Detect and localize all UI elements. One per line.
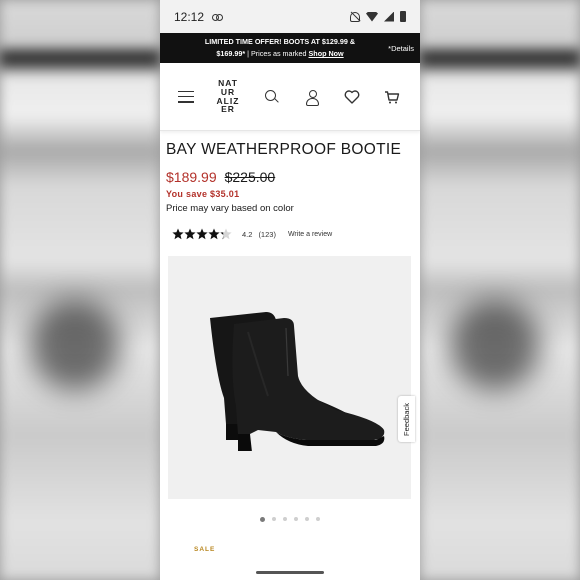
background-blur-left <box>0 0 160 580</box>
gallery-pagination <box>166 517 414 522</box>
gallery-dot[interactable] <box>272 517 276 521</box>
cart-icon[interactable] <box>384 89 400 105</box>
promo-details-link[interactable]: *Details <box>388 43 414 55</box>
gallery-dot[interactable] <box>294 517 298 521</box>
sale-badge: SALE <box>194 546 216 553</box>
savings-text: You save $35.01 <box>166 189 240 199</box>
status-time: 12:12 <box>174 9 205 24</box>
site-header: NAT UR ALIZ ER <box>160 63 420 131</box>
logo-line: ER <box>221 104 235 115</box>
gallery-dot[interactable] <box>305 517 309 521</box>
write-review-link[interactable]: Write a review <box>288 231 332 238</box>
status-bar: 12:12 <box>160 0 420 33</box>
star-icon <box>196 228 208 240</box>
wishlist-heart-icon[interactable] <box>344 89 360 105</box>
vibrate-off-icon <box>350 11 360 22</box>
sale-price: $189.99 <box>166 169 217 185</box>
promo-price: $169.99* <box>216 49 246 58</box>
shop-now-link[interactable]: Shop Now <box>309 49 344 58</box>
account-icon[interactable] <box>304 89 320 106</box>
gallery-dot[interactable] <box>260 517 265 522</box>
battery-icon <box>400 11 406 22</box>
boots-image <box>210 312 385 451</box>
promo-line-2: $169.99* | Prices as marked Shop Now <box>205 48 355 60</box>
promo-banner[interactable]: LIMITED TIME OFFER! BOOTS AT $129.99 & $… <box>160 33 420 63</box>
price-row: $189.99 $225.00 <box>166 169 414 185</box>
voicemail-icon <box>212 13 224 21</box>
star-partial-icon <box>220 228 232 240</box>
gallery-dot[interactable] <box>283 517 287 521</box>
wifi-icon <box>366 11 378 22</box>
rating-row: 4.2 (123) Write a review <box>166 228 414 240</box>
signal-icon <box>384 11 394 22</box>
star-icon <box>208 228 220 240</box>
star-rating[interactable] <box>172 228 232 240</box>
gallery-dot[interactable] <box>316 517 320 521</box>
background-blur-right <box>420 0 580 580</box>
product-image[interactable]: Feedback <box>168 256 415 499</box>
background-blob <box>450 300 540 390</box>
product-title: BAY WEATHERPROOF BOOTIE <box>166 141 402 158</box>
menu-icon[interactable] <box>178 90 194 103</box>
phone-screen: 12:12 LIMITED TIME OFFER! BOOTS AT $129.… <box>160 0 420 580</box>
search-icon[interactable] <box>264 89 280 105</box>
home-indicator[interactable] <box>256 571 324 574</box>
product-section: BAY WEATHERPROOF BOOTIE $189.99 $225.00 … <box>160 131 420 553</box>
star-icon <box>172 228 184 240</box>
rating-value: 4.2 <box>242 229 253 239</box>
feedback-tab[interactable]: Feedback <box>398 396 415 442</box>
star-icon <box>184 228 196 240</box>
feedback-label: Feedback <box>402 402 411 436</box>
promo-text: | Prices as marked <box>245 49 309 58</box>
promo-line-1: LIMITED TIME OFFER! BOOTS AT $129.99 & <box>204 37 356 47</box>
review-count[interactable]: (123) <box>258 230 276 239</box>
original-price: $225.00 <box>224 169 276 185</box>
brand-logo[interactable]: NAT UR ALIZ ER <box>214 78 242 115</box>
price-note: Price may vary based on color <box>166 203 294 214</box>
background-blob <box>30 300 120 390</box>
